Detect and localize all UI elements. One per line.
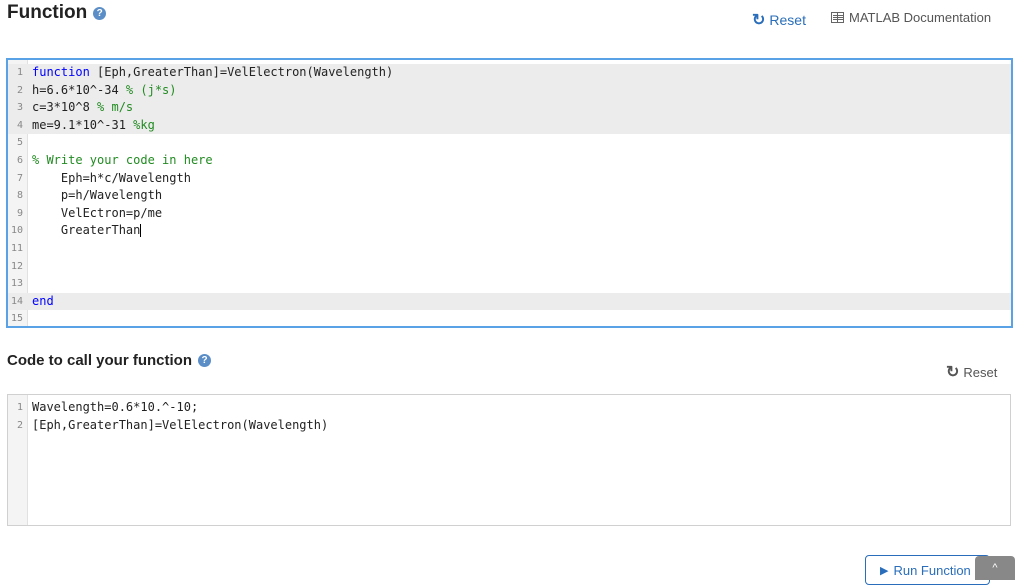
code-token: Eph=h*c/Wavelength: [32, 170, 191, 185]
line-number: 13: [10, 278, 23, 290]
code-comment: % (j*s): [125, 82, 177, 97]
line-number: 3: [16, 102, 23, 114]
line-number: 9: [16, 207, 23, 219]
code-line[interactable]: 2 [Eph,GreaterThan]=VelElectron(Wavelengt…: [8, 417, 1010, 435]
code-keyword: function: [32, 65, 90, 79]
code-comment: % Write your code in here: [32, 152, 213, 167]
refresh-icon: ↻: [946, 364, 960, 381]
function-code-editor[interactable]: 1 function [Eph,GreaterThan]=VelElectron(…: [6, 58, 1013, 328]
code-line[interactable]: 6 % Write your code in here: [8, 152, 1011, 170]
code-line[interactable]: 9 VelEctron=p/me: [8, 205, 1011, 223]
code-line[interactable]: 4 me=9.1*10^-31 %kg: [8, 116, 1011, 135]
code-text: Eph=h*c/Wavelength: [32, 170, 191, 188]
code-line[interactable]: 10 GreaterThan: [8, 222, 1011, 240]
code-line[interactable]: 5: [8, 134, 1011, 152]
book-icon: [831, 12, 844, 23]
line-number: 2: [16, 84, 23, 96]
code-text: me=9.1*10^-31 %kg: [32, 117, 155, 135]
line-number: 12: [10, 260, 23, 272]
line-number: 11: [10, 242, 23, 254]
line-number: 10: [10, 225, 23, 237]
code-token: me=9.1*10^-31: [32, 117, 134, 132]
refresh-icon: ↻: [752, 12, 766, 29]
code-line[interactable]: 13: [8, 275, 1011, 293]
line-number: 6: [16, 154, 23, 166]
code-token: VelEctron=p/me: [32, 205, 163, 220]
code-token: c=3*10^8: [32, 100, 98, 115]
code-text: h=6.6*10^-34 % (j*s): [32, 82, 177, 100]
code-token: [Eph,GreaterThan]=VelElectron(Wavelength…: [89, 65, 394, 79]
reset-call-label: Reset: [963, 364, 998, 380]
code-text: [Eph,GreaterThan]=VelElectron(Wavelength…: [32, 417, 328, 435]
code-line[interactable]: 15: [8, 310, 1011, 328]
code-token: [Eph,GreaterThan]=VelElectron(Wavelength…: [32, 417, 329, 432]
code-line[interactable]: 7 Eph=h*c/Wavelength: [8, 170, 1011, 188]
help-circle-icon[interactable]: ?: [93, 6, 107, 20]
play-icon: ▶: [880, 564, 889, 577]
text-cursor: [140, 224, 142, 238]
code-line[interactable]: 14 end: [8, 292, 1011, 311]
code-line[interactable]: 1 Wavelength=0.6*10.^-10;: [8, 399, 1010, 417]
line-number: 14: [10, 295, 23, 307]
reset-call-button[interactable]: ↻ Reset: [946, 362, 997, 382]
call-code-lines: 1 Wavelength=0.6*10.^-10; 2 [Eph,GreaterTha…: [8, 399, 1010, 434]
line-number: 1: [16, 402, 23, 413]
line-number: 1: [16, 67, 23, 78]
code-token: GreaterThan: [32, 223, 141, 238]
run-function-label: Run Function: [893, 562, 971, 578]
code-line[interactable]: 2 h=6.6*10^-34 % (j*s): [8, 81, 1011, 100]
code-text: p=h/Wavelength: [32, 187, 162, 205]
line-number: 7: [16, 172, 23, 184]
code-token: Wavelength=0.6*10.^-10;: [32, 400, 199, 414]
code-token: h=6.6*10^-34: [32, 82, 126, 97]
code-text: Wavelength=0.6*10.^-10;: [32, 399, 198, 417]
code-keyword: end: [32, 293, 54, 308]
reset-function-label: Reset: [769, 12, 806, 28]
call-code-editor[interactable]: 1 Wavelength=0.6*10.^-10; 2 [Eph,GreaterTha…: [7, 394, 1011, 526]
code-text: GreaterThan: [32, 222, 142, 240]
code-text: function [Eph,GreaterThan]=VelElectron(W…: [32, 64, 393, 82]
function-code-lines: 1 function [Eph,GreaterThan]=VelElectron(…: [8, 64, 1011, 328]
code-line[interactable]: 1 function [Eph,GreaterThan]=VelElectron(…: [8, 64, 1011, 82]
code-text: c=3*10^8 % m/s: [32, 99, 133, 117]
line-number: 4: [16, 119, 23, 131]
call-section-title: Code to call your function ?: [7, 352, 212, 369]
code-line[interactable]: 8 p=h/Wavelength: [8, 187, 1011, 205]
code-text: VelEctron=p/me: [32, 205, 162, 223]
chevron-up-icon[interactable]: ^: [975, 556, 1015, 580]
line-number: 2: [16, 419, 23, 431]
code-token: p=h/Wavelength: [32, 188, 163, 203]
page-title: Function ?: [7, 2, 107, 24]
matlab-documentation-link[interactable]: MATLAB Documentation: [831, 10, 991, 25]
line-number: 8: [16, 190, 23, 202]
code-line[interactable]: 3 c=3*10^8 % m/s: [8, 99, 1011, 117]
call-section-title-text: Code to call your function: [7, 352, 193, 369]
code-comment: % m/s: [97, 100, 134, 115]
reset-function-button[interactable]: ↻ Reset: [752, 10, 806, 30]
code-text: % Write your code in here: [32, 152, 213, 170]
run-function-button[interactable]: ▶ Run Function: [865, 555, 990, 585]
page-title-text: Function: [7, 2, 88, 23]
matlab-documentation-label: MATLAB Documentation: [849, 10, 992, 25]
line-number: 5: [16, 137, 23, 149]
code-comment: %kg: [133, 117, 155, 132]
help-circle-icon[interactable]: ?: [198, 354, 212, 367]
line-number: 15: [10, 313, 23, 325]
code-text: end: [32, 293, 54, 311]
code-line[interactable]: 11: [8, 240, 1011, 258]
code-line[interactable]: 12: [8, 258, 1011, 276]
